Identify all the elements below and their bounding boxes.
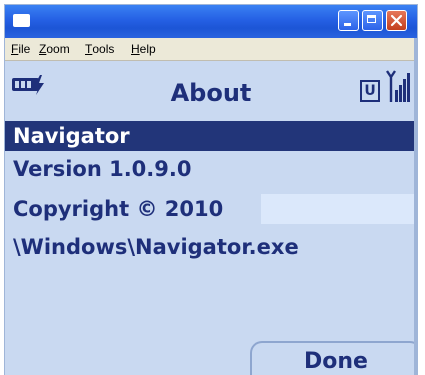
menu-bar: File Zoom Tools Help	[5, 38, 417, 61]
minimize-button[interactable]	[338, 10, 359, 31]
close-icon	[390, 14, 403, 27]
menu-tools[interactable]: Tools	[85, 42, 114, 56]
copyright-text: Copyright © 2010	[13, 197, 224, 221]
app-window: File Zoom Tools Help About U Navigator V…	[4, 4, 418, 375]
network-indicator: U	[360, 80, 380, 102]
menu-label: ools	[92, 42, 115, 56]
menu-file[interactable]: File	[11, 42, 30, 56]
app-name: Navigator	[13, 124, 130, 148]
list-item: Copyright © 2010	[5, 194, 417, 224]
list-item: Version 1.0.9.0	[5, 154, 417, 184]
menu-label: ile	[18, 42, 31, 56]
menu-mnemonic: F	[11, 42, 19, 56]
signal-strength-icon	[386, 70, 410, 102]
menu-help[interactable]: Help	[131, 42, 156, 56]
menu-mnemonic: H	[131, 42, 140, 56]
done-button[interactable]: Done	[250, 341, 417, 375]
list-item: \Windows\Navigator.exe	[5, 232, 417, 262]
version-text: Version 1.0.9.0	[13, 157, 192, 181]
menu-mnemonic: Z	[39, 42, 47, 56]
app-icon[interactable]	[13, 14, 30, 27]
maximize-button[interactable]	[362, 10, 383, 31]
window-border	[414, 38, 417, 375]
list-item[interactable]: Navigator	[5, 121, 417, 151]
page-title: About	[170, 79, 252, 107]
menu-label: oom	[46, 42, 70, 56]
status-bar: About U	[5, 61, 417, 119]
redacted-area	[261, 194, 417, 224]
executable-path: \Windows\Navigator.exe	[13, 235, 299, 259]
menu-label: elp	[139, 42, 156, 56]
menu-mnemonic: T	[85, 42, 93, 56]
title-bar[interactable]	[5, 5, 417, 38]
menu-zoom[interactable]: Zoom	[39, 42, 70, 56]
close-button[interactable]	[386, 10, 407, 31]
done-button-label: Done	[304, 349, 368, 374]
